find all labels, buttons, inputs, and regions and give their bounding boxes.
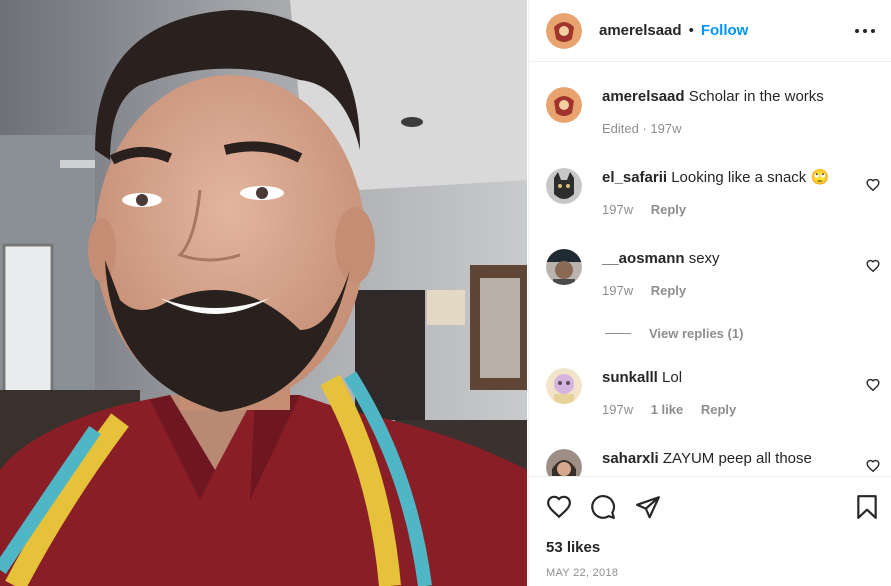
post-date: MAY 22, 2018 (546, 567, 619, 579)
post-photo[interactable] (0, 0, 527, 586)
reply-button[interactable]: Reply (701, 402, 736, 417)
comment-age: 197w (602, 402, 634, 417)
author-username[interactable]: amerelsaad (599, 22, 682, 39)
comment-meta: 197w Reply (602, 202, 864, 217)
comment-username[interactable]: __aosmann (602, 250, 685, 267)
post-header: amerelsaad • Follow (529, 0, 891, 62)
commenter-avatar[interactable] (546, 168, 582, 204)
caption-meta: Edited · 197w (602, 121, 864, 136)
commenter-avatar[interactable] (546, 368, 582, 404)
comment-text: sunkalll Lol (602, 368, 864, 388)
comment-like-count[interactable]: 1 like (651, 402, 684, 417)
like-comment-heart-icon[interactable] (866, 178, 880, 192)
caption-username[interactable]: amerelsaad (602, 88, 685, 105)
comment-icon[interactable] (590, 494, 616, 520)
comment-body: sexy (688, 250, 720, 267)
commenter-avatar[interactable] (546, 449, 582, 476)
comment-text: __aosmann sexy (602, 249, 864, 269)
post-actions: 53 likes MAY 22, 2018 (529, 476, 891, 586)
more-options-icon[interactable] (855, 22, 875, 40)
like-comment-heart-icon[interactable] (866, 259, 880, 273)
author-avatar[interactable] (546, 12, 582, 49)
comment-item: sunkalll Lol 197w 1 like Reply (546, 368, 891, 428)
view-replies-button[interactable]: View replies (1) (605, 326, 743, 341)
comment-item: __aosmann sexy 197w Reply (546, 249, 891, 309)
caption-text: amerelsaad Scholar in the works (602, 87, 864, 107)
caption-edited-age: Edited · 197w (602, 121, 682, 136)
comment-username[interactable]: sunkalll (602, 369, 658, 386)
commenter-avatar[interactable] (546, 249, 582, 285)
comment-age: 197w (602, 283, 634, 298)
comment-text: el_safarii Looking like a snack 🙄 (602, 168, 864, 188)
comment-body: Lol (662, 369, 683, 386)
likes-count[interactable]: 53 likes (546, 539, 600, 556)
share-icon[interactable] (635, 494, 661, 520)
comment-body: ZAYUM peep all those (662, 450, 812, 467)
header-separator: • (688, 22, 694, 39)
caption-body: Scholar in the works (688, 88, 824, 105)
comment-meta: 197w 1 like Reply (602, 402, 864, 417)
heart-icon[interactable] (546, 494, 572, 520)
comment-item: saharxli ZAYUM peep all those (546, 449, 891, 476)
like-comment-heart-icon[interactable] (866, 459, 880, 473)
comment-username[interactable]: saharxli (602, 450, 659, 467)
follow-button[interactable]: Follow (701, 22, 749, 39)
bookmark-icon[interactable] (854, 494, 880, 520)
view-replies-label: View replies (1) (649, 326, 744, 341)
comment-username[interactable]: el_safarii (602, 169, 667, 186)
post-side-panel: amerelsaad • Follow amerelsaad Scholar i… (528, 0, 891, 586)
post-photo-illustration (0, 0, 527, 586)
reply-button[interactable]: Reply (651, 283, 686, 298)
comment-age: 197w (602, 202, 634, 217)
caption-avatar[interactable] (546, 87, 582, 123)
reply-button[interactable]: Reply (651, 202, 686, 217)
comment-meta: 197w Reply (602, 283, 864, 298)
comments-list[interactable]: amerelsaad Scholar in the works Edited ·… (529, 63, 891, 476)
view-replies-divider (605, 333, 631, 334)
like-comment-heart-icon[interactable] (866, 378, 880, 392)
comment-text: saharxli ZAYUM peep all those (602, 449, 864, 469)
comment-body: Looking like a snack 🙄 (671, 169, 830, 186)
comment-item: el_safarii Looking like a snack 🙄 197w R… (546, 168, 891, 228)
